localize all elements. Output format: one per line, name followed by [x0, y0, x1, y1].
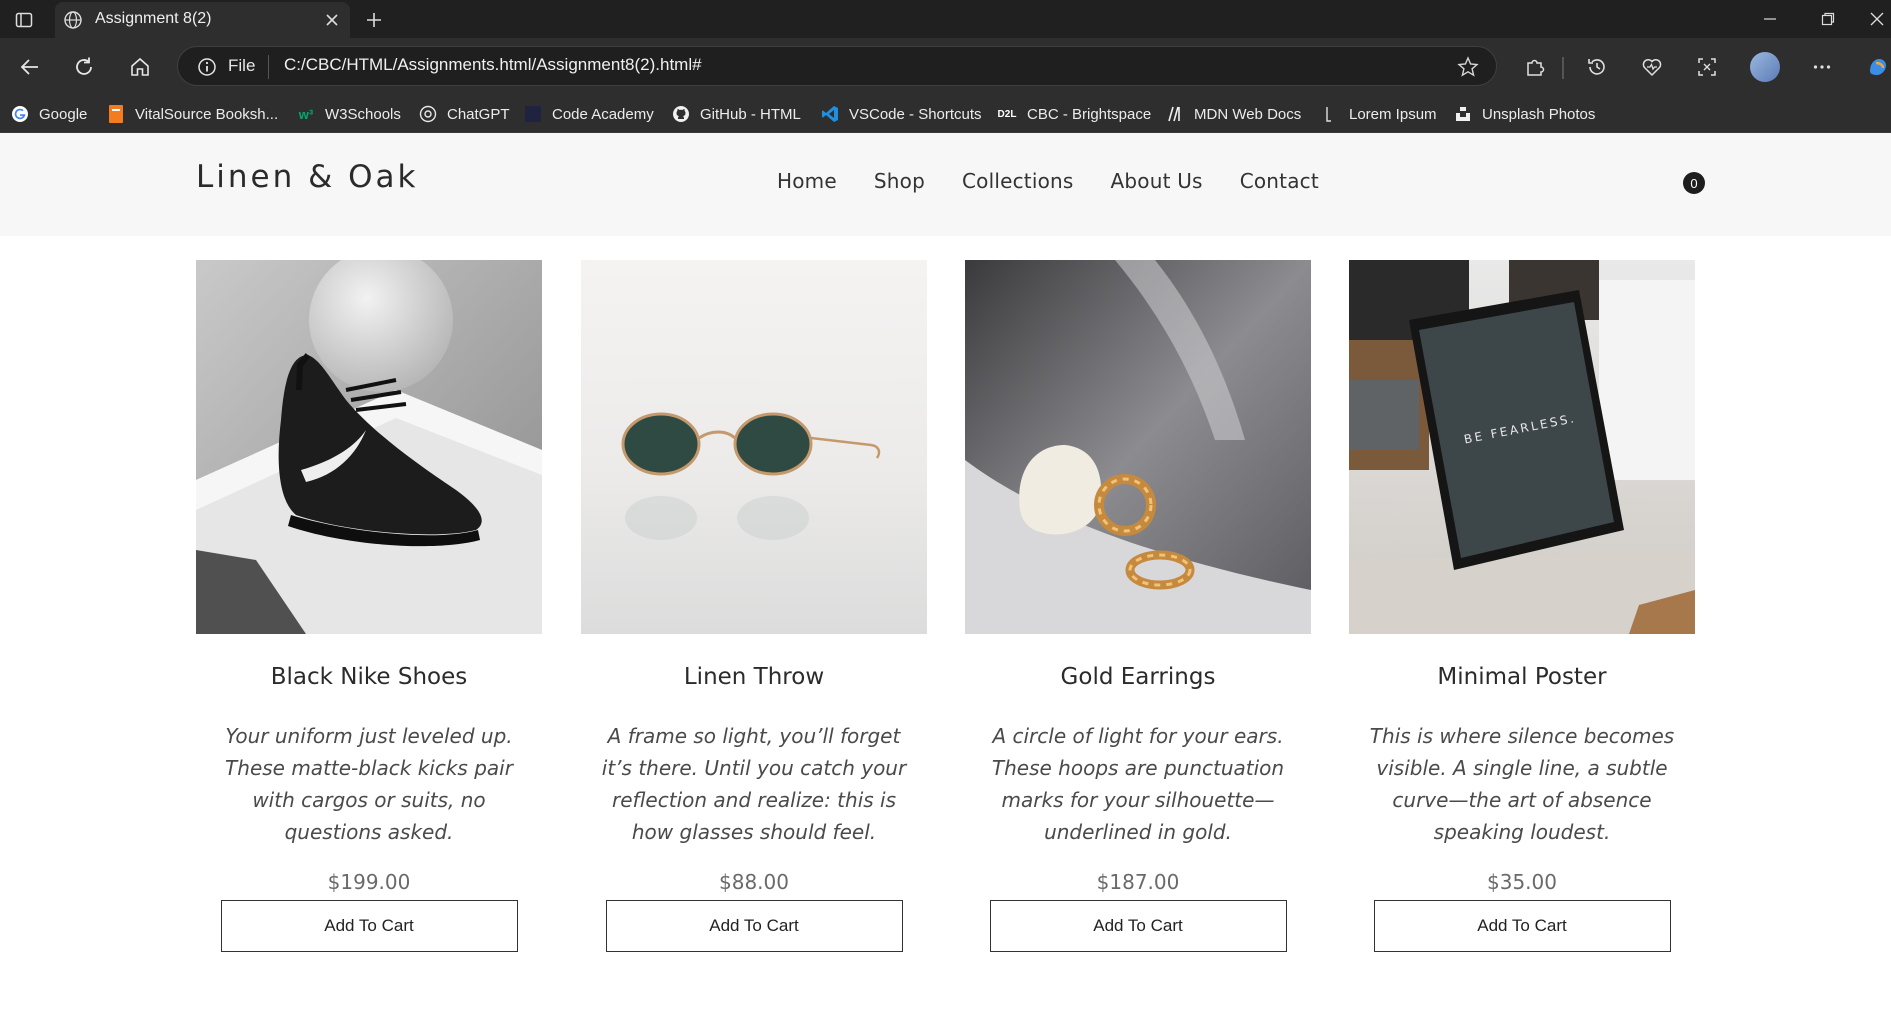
- product-image[interactable]: [965, 260, 1311, 634]
- product-name: Gold Earrings: [1060, 664, 1216, 690]
- nav-home[interactable]: Home: [777, 169, 837, 193]
- tab-actions-icon[interactable]: [12, 8, 36, 32]
- product-price: $35.00: [1487, 870, 1557, 894]
- product-price: $199.00: [327, 870, 411, 894]
- bookmark-label: VitalSource Booksh...: [135, 105, 279, 123]
- close-window-icon[interactable]: [1862, 6, 1891, 32]
- address-divider: [268, 55, 269, 79]
- bookmark-label: Unsplash Photos: [1482, 105, 1596, 123]
- gold-hoops-photo: [965, 260, 1311, 634]
- mdn-icon: [1165, 104, 1185, 124]
- bookmark-vitalsource[interactable]: VitalSource Booksh...: [106, 96, 278, 132]
- address-scheme: File: [228, 56, 256, 75]
- add-to-cart-button[interactable]: Add To Cart: [605, 900, 903, 952]
- product-name: Black Nike Shoes: [270, 664, 468, 690]
- bookmark-label: VSCode - Shortcuts: [849, 105, 982, 123]
- add-to-cart-button[interactable]: Add To Cart: [1373, 900, 1671, 952]
- bookmark-codecademy[interactable]: Code Academy: [523, 96, 654, 132]
- framed-poster-photo: BE FEARLESS.: [1349, 260, 1695, 634]
- product-price: $187.00: [1096, 870, 1180, 894]
- codecademy-icon: [523, 104, 543, 124]
- new-tab-icon[interactable]: [362, 8, 386, 32]
- bookmark-label: ChatGPT: [447, 105, 510, 123]
- bookmark-chatgpt[interactable]: ChatGPT: [418, 96, 510, 132]
- toolbar-divider: [1562, 57, 1564, 79]
- black-sneaker-photo: [196, 260, 542, 634]
- browser-tab-active[interactable]: Assignment 8(2): [55, 2, 350, 38]
- bookmark-mdn[interactable]: MDN Web Docs: [1165, 96, 1301, 132]
- d2l-icon: D2L: [997, 108, 1017, 120]
- bookmark-unsplash[interactable]: Unsplash Photos: [1453, 96, 1595, 132]
- bookmark-label: Google: [39, 105, 88, 123]
- info-icon[interactable]: [196, 56, 218, 78]
- home-icon[interactable]: [124, 51, 156, 83]
- globe-icon: [63, 10, 83, 30]
- browser-toolbar: File C:/CBC/HTML/Assignments.html/Assign…: [0, 38, 1891, 96]
- back-icon[interactable]: [14, 51, 46, 83]
- extensions-icon[interactable]: [1521, 53, 1549, 81]
- browser-tab-bar: Assignment 8(2): [0, 0, 1891, 38]
- nav-contact[interactable]: Contact: [1240, 169, 1319, 193]
- product-description: This is where silence becomes visible. A…: [1369, 724, 1675, 844]
- address-bar[interactable]: File C:/CBC/HTML/Assignments.html/Assign…: [177, 46, 1497, 86]
- product-image[interactable]: [196, 260, 542, 634]
- product-description: A frame so light, you’ll forget it’s the…: [601, 724, 907, 844]
- add-to-cart-button[interactable]: Add To Cart: [989, 900, 1287, 952]
- copilot-icon[interactable]: [1865, 53, 1891, 81]
- lorem-icon: [1320, 104, 1340, 124]
- favorite-star-icon[interactable]: [1456, 55, 1480, 79]
- github-icon: [671, 104, 691, 124]
- bookmark-lorem-ipsum[interactable]: Lorem Ipsum: [1320, 96, 1437, 132]
- main-nav: Home Shop Collections About Us Contact: [777, 169, 1356, 193]
- product-image[interactable]: BE FEARLESS.: [1349, 260, 1695, 634]
- product-card: Black Nike Shoes Your uniform just level…: [196, 260, 542, 952]
- product-card: BE FEARLESS. Minimal Poster This is wher…: [1349, 260, 1695, 952]
- bookmark-google[interactable]: Google: [10, 96, 87, 132]
- site-logo[interactable]: Linen & Oak: [196, 159, 418, 195]
- cart-count-badge[interactable]: 0: [1683, 172, 1705, 194]
- product-description: Your uniform just leveled up. These matt…: [225, 724, 513, 844]
- bookmark-label: Code Academy: [552, 105, 654, 123]
- nav-shop[interactable]: Shop: [874, 169, 925, 193]
- vitalsource-icon: [106, 104, 126, 124]
- product-name: Minimal Poster: [1437, 664, 1607, 690]
- bookmark-label: Lorem Ipsum: [1349, 105, 1437, 123]
- nav-collections[interactable]: Collections: [962, 169, 1074, 193]
- bookmarks-bar: Google VitalSource Booksh... w³ W3School…: [0, 96, 1891, 133]
- profile-avatar[interactable]: [1750, 52, 1780, 82]
- bookmark-label: W3Schools: [325, 105, 401, 123]
- history-icon[interactable]: [1583, 53, 1611, 81]
- bookmark-github[interactable]: GitHub - HTML: [671, 96, 801, 132]
- url-text[interactable]: C:/CBC/HTML/Assignments.html/Assignment8…: [284, 55, 702, 75]
- bookmark-vscode[interactable]: VSCode - Shortcuts: [820, 96, 982, 132]
- site-header: Linen & Oak Home Shop Collections About …: [0, 133, 1891, 236]
- minimize-icon[interactable]: [1750, 6, 1790, 32]
- product-description: A circle of light for your ears. These h…: [991, 724, 1285, 844]
- vscode-icon: [820, 104, 840, 124]
- product-image[interactable]: [581, 260, 927, 634]
- bookmark-w3schools[interactable]: w³ W3Schools: [296, 96, 401, 132]
- bookmark-brightspace[interactable]: D2L CBC - Brightspace: [996, 96, 1152, 132]
- sunglasses-photo: [581, 260, 927, 634]
- more-options-icon[interactable]: [1808, 53, 1836, 81]
- w3schools-icon: w³: [298, 106, 314, 122]
- tab-title: Assignment 8(2): [95, 10, 212, 27]
- close-tab-icon[interactable]: [322, 10, 342, 30]
- bookmark-label: GitHub - HTML: [700, 105, 801, 123]
- unsplash-icon: [1453, 104, 1473, 124]
- restore-icon[interactable]: [1808, 6, 1848, 32]
- nav-about-us[interactable]: About Us: [1111, 169, 1203, 193]
- bookmark-label: CBC - Brightspace: [1027, 105, 1152, 123]
- add-to-cart-button[interactable]: Add To Cart: [220, 900, 518, 952]
- product-card: Gold Earrings A circle of light for your…: [965, 260, 1311, 952]
- bookmark-label: MDN Web Docs: [1194, 105, 1302, 123]
- chatgpt-icon: [418, 104, 438, 124]
- product-card: Linen Throw A frame so light, you’ll for…: [581, 260, 927, 952]
- product-name: Linen Throw: [683, 664, 825, 690]
- browser-essentials-icon[interactable]: [1638, 53, 1666, 81]
- screenshot-icon[interactable]: [1693, 53, 1721, 81]
- product-price: $88.00: [719, 870, 789, 894]
- refresh-icon[interactable]: [68, 51, 100, 83]
- google-icon: [10, 104, 30, 124]
